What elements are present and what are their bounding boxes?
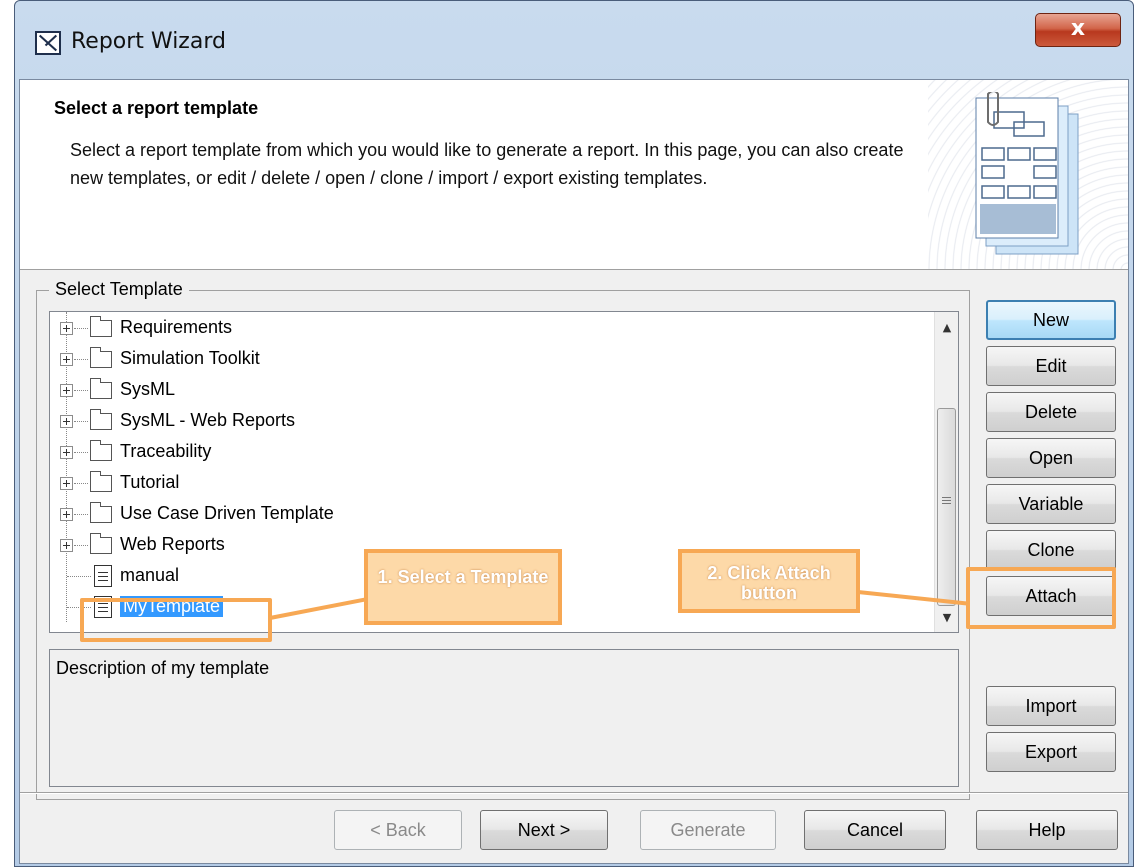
tree-item-label: Simulation Toolkit (120, 348, 260, 368)
tree-item-label: SysML (120, 379, 176, 399)
footer-separator (20, 792, 1128, 794)
tree-item-traceability[interactable]: Traceability (50, 438, 930, 468)
tree-item-sysml-web-reports[interactable]: SysML - Web Reports (50, 407, 930, 437)
document-icon (94, 565, 112, 587)
window-title: Report Wizard (71, 29, 226, 54)
expand-icon[interactable] (60, 415, 73, 428)
expand-icon[interactable] (60, 539, 73, 552)
folder-icon (90, 409, 112, 430)
scroll-up-icon[interactable]: ▲ (935, 316, 958, 340)
next-button[interactable]: Next > (480, 810, 608, 850)
mytemplate-highlight (80, 598, 272, 642)
callout-click-attach: 2. Click Attach button (678, 549, 860, 613)
wizard-header: Select a report template Select a report… (20, 80, 1128, 270)
scroll-grip-icon (942, 497, 951, 498)
scroll-thumb[interactable] (937, 408, 956, 606)
callout-select-template: 1. Select a Template (364, 549, 562, 625)
wizard-client-area: Select a report template Select a report… (19, 79, 1129, 864)
template-description-text: Description of my template (56, 658, 270, 678)
page-description: Select a report template from which you … (70, 140, 904, 188)
cancel-button[interactable]: Cancel (804, 810, 946, 850)
template-description-area[interactable]: Description of my template (49, 649, 959, 787)
import-button[interactable]: Import (986, 686, 1116, 726)
tree-item-label: Requirements (120, 317, 233, 337)
clone-button[interactable]: Clone (986, 530, 1116, 570)
folder-icon (90, 471, 112, 492)
tree-dots (67, 576, 91, 577)
delete-button[interactable]: Delete (986, 392, 1116, 432)
tree-item-tutorial[interactable]: Tutorial (50, 469, 930, 499)
expand-icon[interactable] (60, 446, 73, 459)
title-bar[interactable]: Report Wizard x (15, 1, 1133, 79)
generate-button[interactable]: Generate (640, 810, 776, 850)
folder-icon (90, 378, 112, 399)
report-wizard-icon (35, 31, 61, 55)
expand-icon[interactable] (60, 353, 73, 366)
scroll-down-icon[interactable]: ▼ (935, 606, 958, 630)
attach-highlight (966, 567, 1116, 629)
expand-icon[interactable] (60, 477, 73, 490)
tree-dots (74, 328, 88, 329)
export-button[interactable]: Export (986, 732, 1116, 772)
tree-item-sysml[interactable]: SysML (50, 376, 930, 406)
expand-icon[interactable] (60, 508, 73, 521)
tree-dots (74, 545, 88, 546)
report-document-icon (975, 92, 1079, 255)
folder-icon (90, 502, 112, 523)
page-title: Select a report template (54, 98, 259, 118)
edit-button[interactable]: Edit (986, 346, 1116, 386)
tree-dots (74, 483, 88, 484)
open-button[interactable]: Open (986, 438, 1116, 478)
report-wizard-window: Report Wizard x Select a report template… (14, 0, 1134, 867)
folder-icon (90, 316, 112, 337)
tree-item-label: manual (120, 565, 180, 585)
tree-dots (74, 421, 88, 422)
tree-dots (74, 514, 88, 515)
tree-item-simulation-toolkit[interactable]: Simulation Toolkit (50, 345, 930, 375)
tree-item-label: SysML - Web Reports (120, 410, 296, 430)
tree-item-use-case-driven-template[interactable]: Use Case Driven Template (50, 500, 930, 530)
tree-item-label: Tutorial (120, 472, 180, 492)
expand-icon[interactable] (60, 384, 73, 397)
folder-icon (90, 347, 112, 368)
select-template-legend: Select Template (49, 279, 189, 300)
tree-dots (74, 390, 88, 391)
tree-dots (74, 452, 88, 453)
back-button[interactable]: < Back (334, 810, 462, 850)
folder-icon (90, 533, 112, 554)
close-button[interactable]: x (1035, 13, 1121, 47)
tree-item-label: Web Reports (120, 534, 225, 554)
folder-icon (90, 440, 112, 461)
tree-item-requirements[interactable]: Requirements (50, 314, 930, 344)
help-button[interactable]: Help (976, 810, 1118, 850)
select-template-group: Select Template Requirements Simulation … (36, 279, 970, 800)
close-icon: x (1070, 16, 1086, 41)
tree-item-label: Traceability (120, 441, 212, 461)
new-button[interactable]: New (986, 300, 1116, 340)
tree-item-label: Use Case Driven Template (120, 503, 334, 523)
expand-icon[interactable] (60, 322, 73, 335)
tree-scrollbar[interactable]: ▲ ▼ (934, 312, 958, 632)
variable-button[interactable]: Variable (986, 484, 1116, 524)
tree-dots (74, 359, 88, 360)
